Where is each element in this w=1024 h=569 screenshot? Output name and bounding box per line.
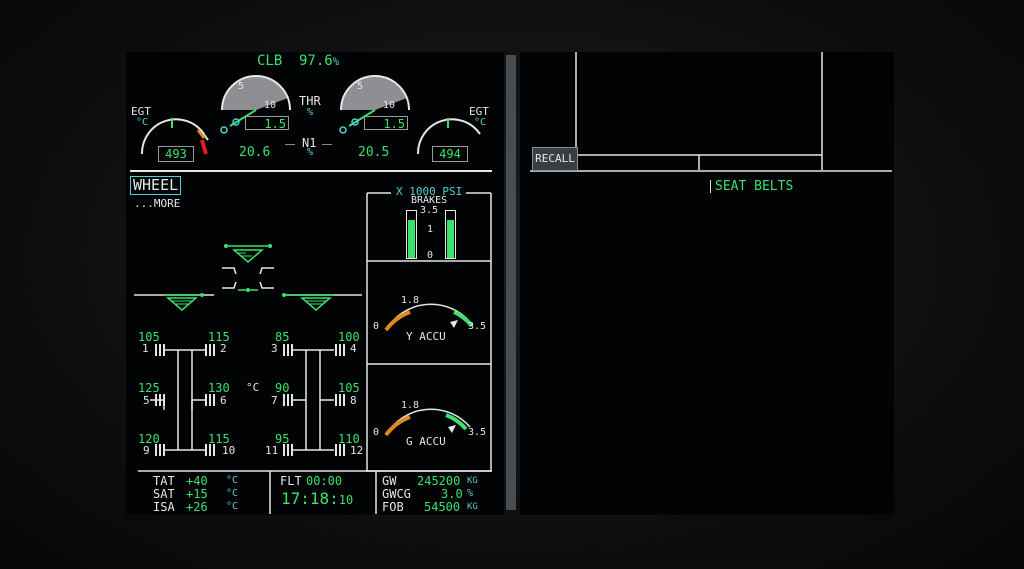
brakes-left-gauge [406, 210, 417, 259]
thrust-limit-unit: % [332, 55, 340, 68]
g-accu-min: 0 [373, 427, 380, 438]
wheel-7-temp: 90 [275, 381, 290, 395]
wheel-2-number: 2 [220, 342, 227, 355]
wheel-8-temp: 105 [338, 381, 360, 395]
gw-unit: KG [467, 476, 478, 486]
wheel-6-temp: 130 [208, 381, 230, 395]
g-accu-mark: 1.8 [401, 400, 420, 411]
utc-clock: 17:18:10 [281, 491, 353, 507]
wheel-11-number: 11 [265, 444, 279, 457]
g-accu-max: 3.5 [468, 427, 487, 438]
wheel-5-temp: 125 [138, 381, 160, 395]
wheel-5-number: 5 [143, 394, 150, 407]
memo-cursor [710, 180, 711, 193]
y-accu-max: 3.5 [468, 321, 487, 332]
memo-frame [530, 52, 892, 172]
egt1-value: 493 [158, 146, 194, 162]
n1-engine1-scale-10: 10 [264, 100, 277, 111]
tat-value: +40 [186, 474, 208, 488]
y-accu-label: Y ACCU [406, 330, 446, 343]
isa-value: +26 [186, 500, 208, 514]
brakes-scale-min: 0 [427, 250, 434, 261]
isa-unit: °C [226, 501, 239, 512]
wheel-temp-unit: °C [246, 381, 260, 394]
n1-engine2-scale-10: 10 [383, 100, 396, 111]
fob-label: FOB [382, 500, 404, 514]
flt-label: FLT [280, 474, 302, 488]
brakes-right-gauge [445, 210, 456, 259]
wheel-6-number: 6 [220, 394, 227, 407]
n1-engine2-value: 20.5 [358, 145, 390, 160]
utc-clock-hm: 17:18: [281, 489, 339, 508]
thr2-value: 1.5 [364, 116, 408, 131]
wheel-10-number: 10 [222, 444, 236, 457]
n1-engine1-value: 20.6 [239, 145, 271, 160]
landing-gear-schematic [134, 244, 362, 311]
tat-label: TAT [153, 474, 175, 488]
y-accu-mark: 1.8 [401, 295, 420, 306]
wheel-9-number: 9 [143, 444, 150, 457]
more-label: ...MORE [134, 197, 181, 210]
egt2-value: 494 [432, 146, 468, 162]
n1-engine1-scale-5: 5 [238, 81, 245, 92]
n1-engine2-scale-5: 5 [357, 81, 364, 92]
n1-dash-left [285, 144, 295, 145]
recall-button[interactable]: RECALL [532, 147, 578, 171]
wheel-page-title: WHEEL [130, 176, 182, 195]
thrust-limit-value: 97.6 [299, 53, 333, 69]
brakes-scale-mid: 1 [427, 224, 434, 235]
thrust-mode: CLB [257, 53, 283, 69]
tat-unit: °C [226, 475, 239, 486]
g-accu-label: G ACCU [406, 435, 446, 448]
y-accu-min: 0 [373, 321, 380, 332]
flt-value: 00:00 [306, 474, 343, 488]
thrust-limit: 97.6% [299, 54, 339, 68]
wheel-3-number: 3 [271, 342, 278, 355]
wheel-8-number: 8 [350, 394, 357, 407]
wheel-1-number: 1 [142, 342, 149, 355]
utc-clock-seconds: 10 [338, 493, 354, 507]
brakes-left-fill [408, 220, 415, 258]
sat-unit: °C [226, 488, 239, 499]
gwcg-value: 3.0 [441, 487, 463, 501]
n1-dash-right [322, 144, 332, 145]
thr1-value: 1.5 [245, 116, 289, 131]
sat-label: SAT [153, 487, 175, 501]
ewd-sd-separator [130, 170, 492, 172]
gw-label: GW [382, 474, 397, 488]
sat-value: +15 [186, 487, 208, 501]
fob-unit: KG [467, 502, 478, 512]
thr-unit: % [307, 107, 314, 118]
wheel-tire-symbols [155, 344, 345, 456]
brakes-scale-max: 3.5 [420, 205, 439, 216]
wheel-7-number: 7 [271, 394, 278, 407]
gwcg-unit: % [467, 488, 474, 499]
wheel-12-number: 12 [350, 444, 364, 457]
wheel-4-number: 4 [350, 342, 357, 355]
brakes-right-fill [447, 220, 454, 258]
gw-value: 245200 [417, 474, 461, 488]
gwcg-label: GWCG [382, 487, 411, 501]
screen-divider [506, 55, 516, 510]
isa-label: ISA [153, 500, 175, 514]
fob-value: 54500 [424, 500, 461, 514]
seat-belts-memo: SEAT BELTS [715, 179, 794, 194]
thr-label: THR [299, 94, 321, 108]
n1-unit: % [307, 147, 314, 158]
